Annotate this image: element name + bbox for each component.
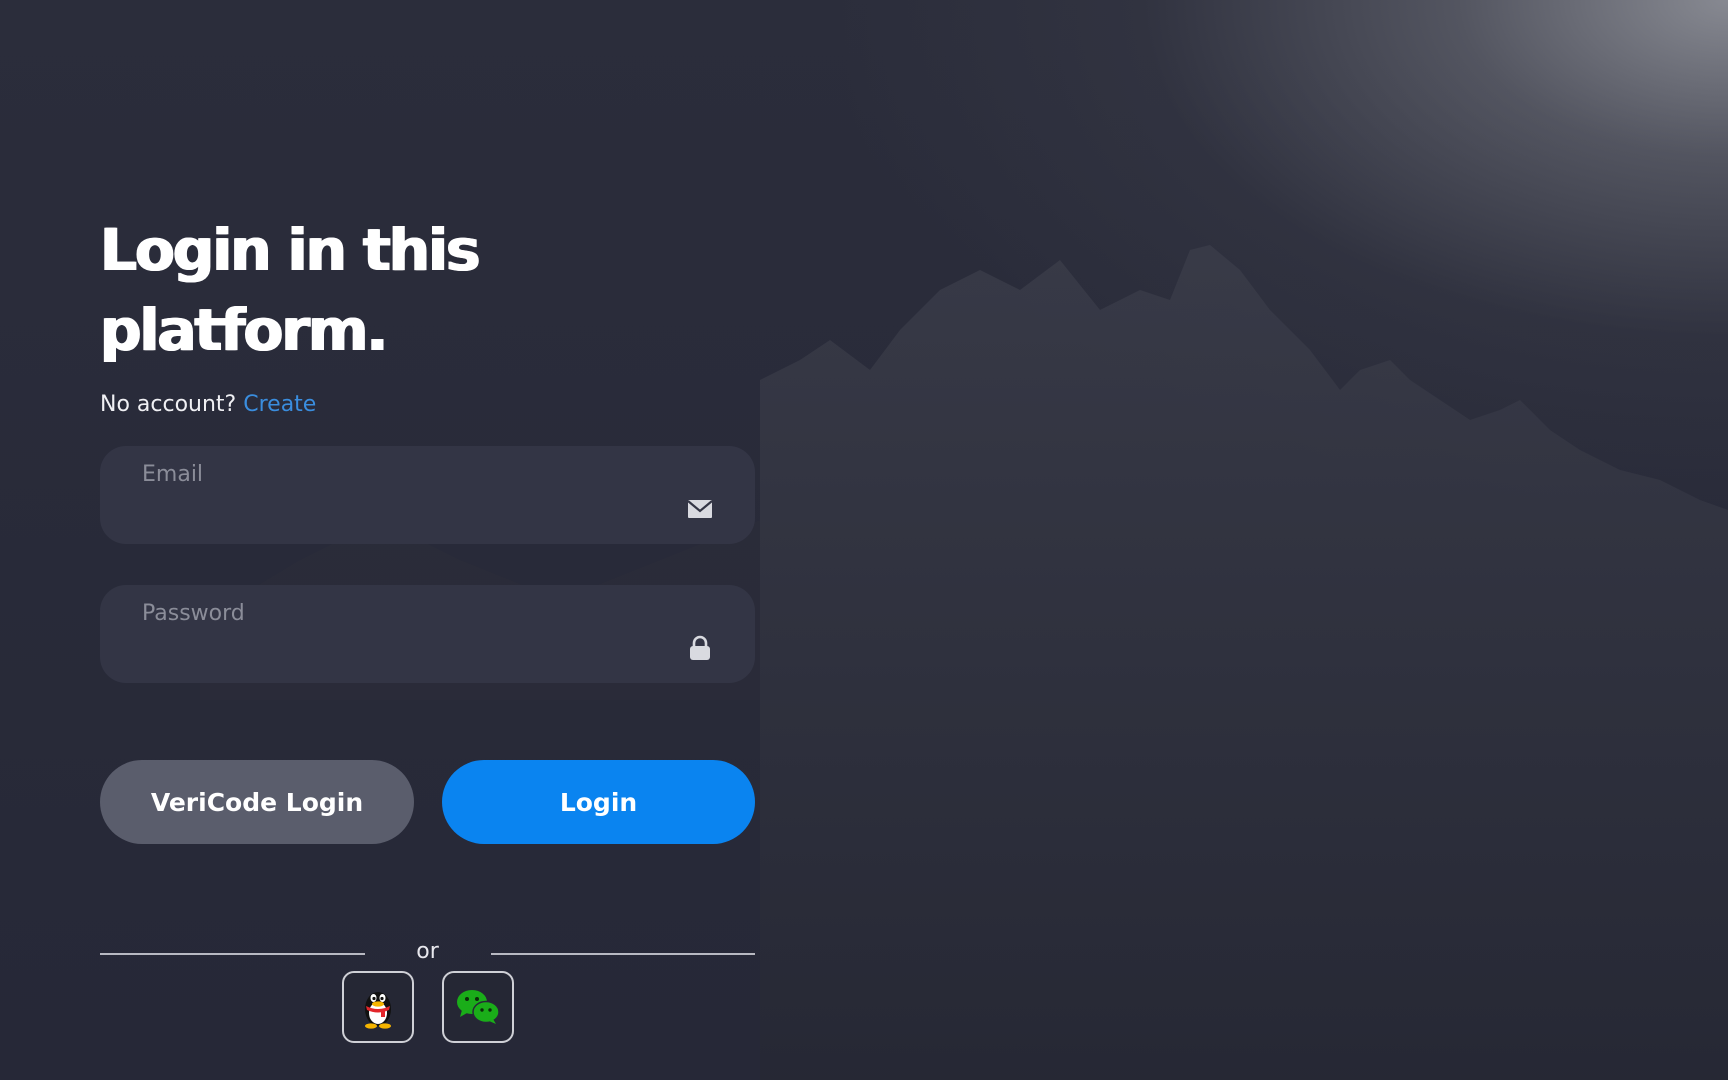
action-buttons: VeriCode Login Login [100,760,755,844]
qq-login-button[interactable] [342,971,414,1043]
password-input[interactable] [142,633,666,671]
lock-icon [690,635,710,660]
login-button[interactable]: Login [442,760,755,844]
page-title: Login in this platform. [100,216,480,364]
create-account-line: No account? Create [100,392,755,422]
email-field[interactable]: Email [100,446,755,544]
social-login [100,971,755,1045]
mail-icon [687,500,713,518]
vericode-login-button[interactable]: VeriCode Login [100,760,414,844]
create-account-link[interactable]: Create [243,392,316,417]
login-panel: Login in this platform. No account? Crea… [100,210,755,1045]
divider-line-right [491,953,755,955]
wechat-icon [457,990,500,1024]
password-label: Password [142,601,245,626]
wechat-login-button[interactable] [442,971,514,1043]
qq-penguin-icon [365,992,391,1029]
password-field[interactable]: Password [100,585,755,683]
or-divider: or [100,939,755,969]
no-account-text: No account? [100,392,237,417]
divider-text: or [416,939,439,964]
email-input[interactable] [142,494,666,532]
email-label: Email [142,462,204,487]
